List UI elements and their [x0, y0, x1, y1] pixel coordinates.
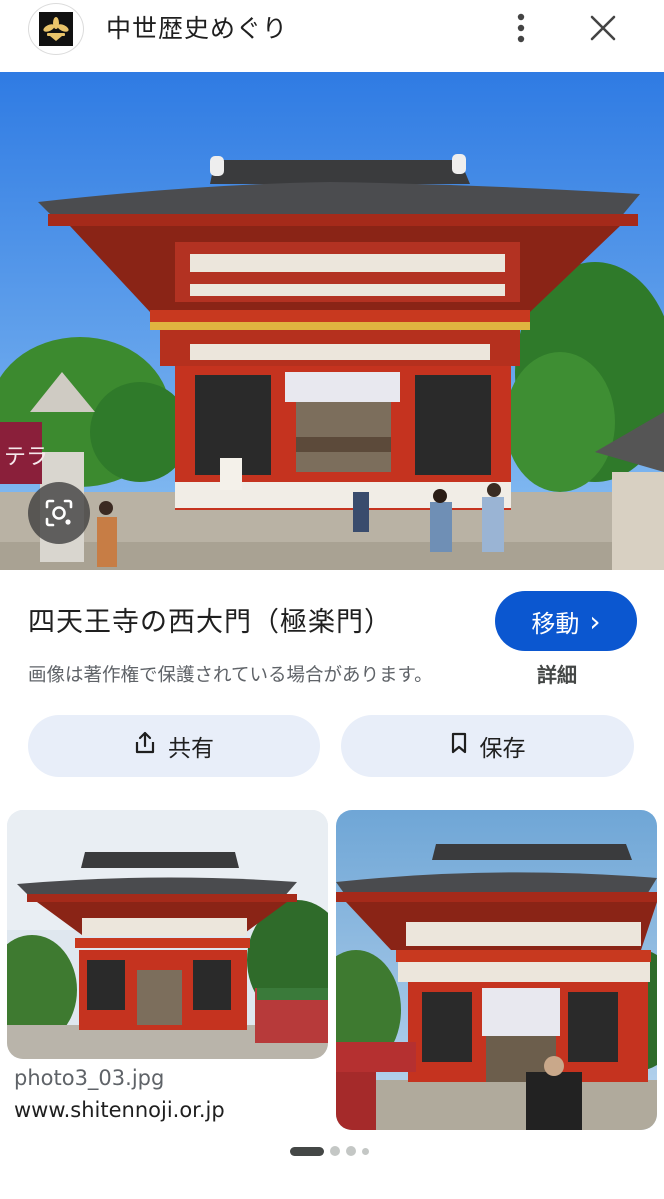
visit-button-label: 移動 [531, 609, 580, 638]
site-name[interactable]: 中世歴史めぐり [106, 9, 288, 45]
main-image[interactable]: テラ [0, 72, 664, 570]
save-button[interactable]: 保存 [341, 715, 634, 777]
banner-text: テラ [4, 445, 48, 470]
close-icon[interactable] [583, 8, 623, 48]
site-logo[interactable] [28, 3, 84, 55]
share-button[interactable]: 共有 [28, 715, 320, 777]
copyright-notice: 画像は著作権で保護されている場合があります。 [28, 665, 433, 686]
more-vert-icon[interactable] [505, 10, 537, 46]
related-image-1[interactable] [7, 810, 328, 1059]
page-dot[interactable] [362, 1147, 369, 1155]
related-filename[interactable]: photo3_03.jpg [14, 1066, 164, 1090]
page-dot[interactable] [346, 1146, 356, 1156]
visit-button[interactable]: 移動 › [495, 591, 637, 651]
save-label: 保存 [479, 736, 526, 762]
header: 中世歴史めぐり [0, 0, 664, 72]
share-icon [134, 731, 156, 761]
share-label: 共有 [168, 736, 214, 762]
image-title: 四天王寺の西大門（極楽門） [28, 607, 392, 638]
google-lens-icon[interactable] [28, 482, 90, 544]
pagination-dots [290, 1146, 369, 1156]
related-image-2[interactable] [336, 810, 657, 1130]
page-dot[interactable] [330, 1146, 340, 1156]
crest-logo-icon [39, 12, 73, 46]
details-link[interactable]: 詳細 [537, 659, 577, 688]
related-domain[interactable]: www.shitennoji.or.jp [14, 1098, 225, 1122]
chevron-right-icon: › [589, 604, 601, 638]
bookmark-icon [450, 732, 468, 760]
page-dot-active[interactable] [290, 1146, 324, 1156]
